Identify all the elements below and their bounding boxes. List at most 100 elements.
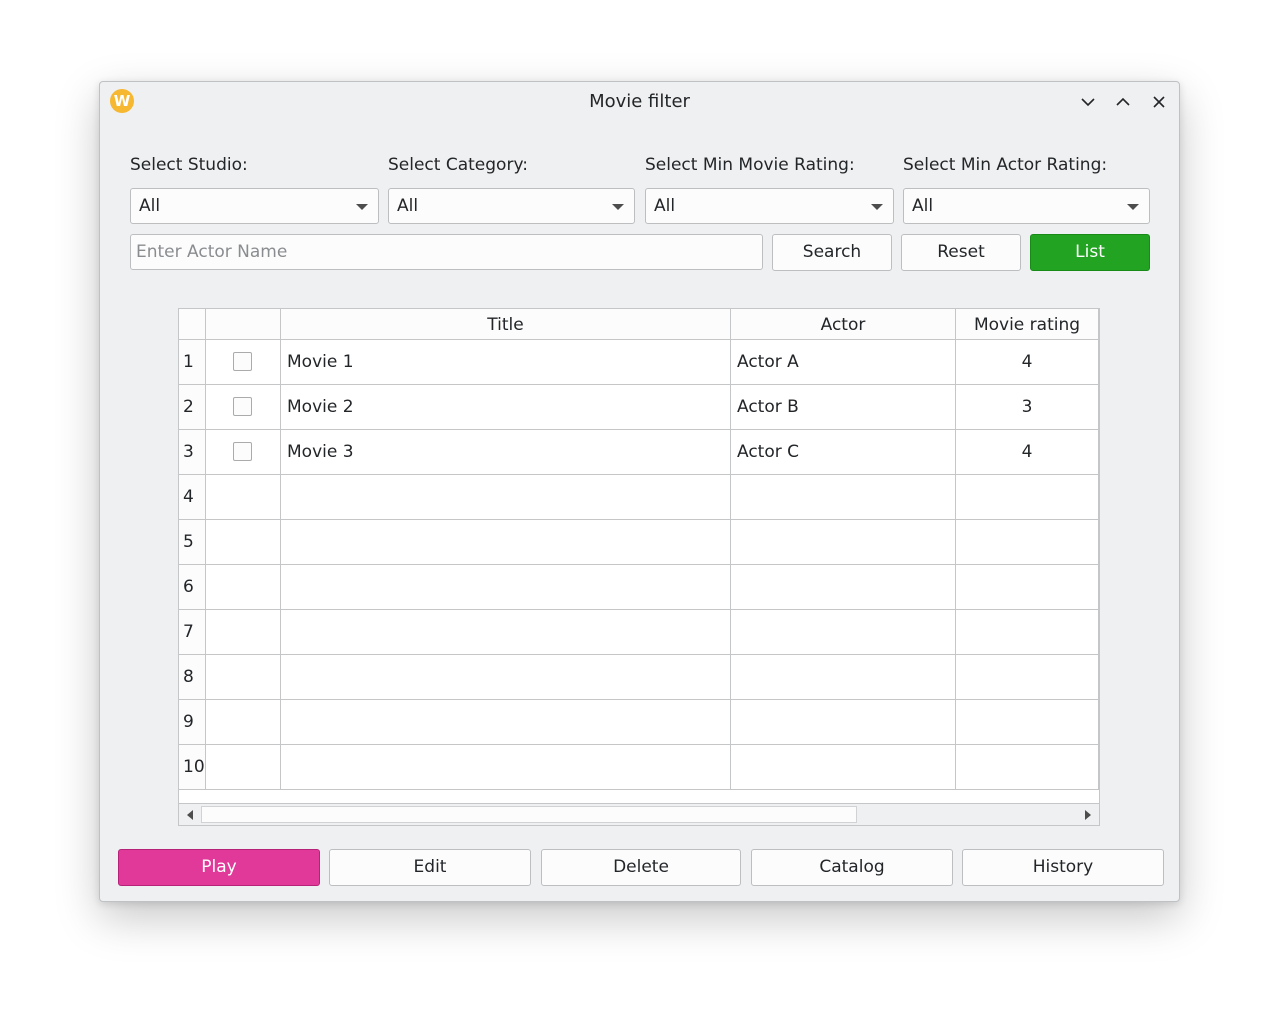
select-cell[interactable] (206, 745, 281, 790)
chevron-down-icon (1081, 98, 1095, 107)
actor-cell[interactable] (731, 610, 956, 655)
row-checkbox[interactable] (233, 397, 252, 416)
table-row[interactable]: 7 (179, 610, 1099, 655)
rating-cell[interactable] (956, 565, 1099, 610)
select-cell[interactable] (206, 340, 281, 385)
actor-cell[interactable] (731, 655, 956, 700)
title-cell[interactable] (281, 520, 731, 565)
dropdown-arrow-icon (1127, 204, 1139, 210)
actor-cell[interactable]: Actor C (731, 430, 956, 475)
select-cell[interactable] (206, 655, 281, 700)
table-row[interactable]: 10 (179, 745, 1099, 790)
edit-button[interactable]: Edit (329, 849, 531, 886)
row-number-header (179, 309, 206, 339)
table-row[interactable]: 8 (179, 655, 1099, 700)
title-cell[interactable] (281, 565, 731, 610)
header-movie-rating[interactable]: Movie rating (956, 309, 1099, 339)
actor-cell[interactable] (731, 745, 956, 790)
movies-table: Title Actor Movie rating 1 Movie 1 Actor A… (178, 308, 1100, 826)
rating-cell[interactable] (956, 610, 1099, 655)
row-checkbox[interactable] (233, 352, 252, 371)
catalog-button[interactable]: Catalog (751, 849, 953, 886)
select-cell[interactable] (206, 700, 281, 745)
dropdown-arrow-icon (356, 204, 368, 210)
movie-filter-window: W Movie filter Select Studio: Select Cat… (99, 81, 1180, 902)
table-row[interactable]: 1 Movie 1 Actor A4 (179, 340, 1099, 385)
rating-cell[interactable] (956, 745, 1099, 790)
scroll-right-button[interactable] (1079, 806, 1097, 823)
scroll-left-button[interactable] (181, 806, 199, 823)
title-cell[interactable] (281, 475, 731, 520)
rating-cell[interactable] (956, 655, 1099, 700)
row-number: 5 (179, 520, 206, 565)
actor-rating-select[interactable]: All (903, 188, 1150, 224)
table-row[interactable]: 9 (179, 700, 1099, 745)
rating-cell[interactable] (956, 700, 1099, 745)
close-button[interactable] (1147, 90, 1171, 114)
studio-label: Select Studio: (130, 155, 248, 175)
history-button[interactable]: History (962, 849, 1164, 886)
header-select[interactable] (206, 309, 281, 339)
title-cell[interactable]: Movie 3 (281, 430, 731, 475)
category-select-value: All (397, 196, 419, 216)
title-cell[interactable] (281, 700, 731, 745)
actor-rating-label: Select Min Actor Rating: (903, 155, 1108, 175)
rating-cell[interactable]: 4 (956, 340, 1099, 385)
close-icon (1153, 96, 1165, 108)
delete-button[interactable]: Delete (541, 849, 741, 886)
movie-rating-select[interactable]: All (645, 188, 894, 224)
title-bar: W Movie filter (100, 82, 1179, 122)
minimize-button[interactable] (1076, 90, 1100, 114)
scrollbar-thumb[interactable] (201, 806, 857, 823)
actor-cell[interactable] (731, 475, 956, 520)
studio-select-value: All (139, 196, 161, 216)
horizontal-scrollbar[interactable] (179, 803, 1099, 825)
select-cell[interactable] (206, 565, 281, 610)
title-cell[interactable]: Movie 2 (281, 385, 731, 430)
reset-button[interactable]: Reset (901, 234, 1021, 271)
header-actor[interactable]: Actor (731, 309, 956, 339)
chevron-up-icon (1116, 97, 1130, 106)
table-row[interactable]: 3 Movie 3 Actor C4 (179, 430, 1099, 475)
rating-cell[interactable]: 4 (956, 430, 1099, 475)
header-title[interactable]: Title (281, 309, 731, 339)
rating-cell[interactable] (956, 475, 1099, 520)
rating-cell[interactable]: 3 (956, 385, 1099, 430)
list-button[interactable]: List (1030, 234, 1150, 271)
actor-name-input[interactable] (130, 234, 763, 270)
actor-cell[interactable] (731, 700, 956, 745)
actor-cell[interactable]: Actor A (731, 340, 956, 385)
select-cell[interactable] (206, 610, 281, 655)
play-button[interactable]: Play (118, 849, 320, 886)
row-number: 7 (179, 610, 206, 655)
category-select[interactable]: All (388, 188, 635, 224)
select-cell[interactable] (206, 430, 281, 475)
maximize-button[interactable] (1111, 90, 1135, 114)
search-button[interactable]: Search (772, 234, 892, 271)
table-row[interactable]: 4 (179, 475, 1099, 520)
row-number: 3 (179, 430, 206, 475)
actor-cell[interactable] (731, 565, 956, 610)
row-number: 10 (179, 745, 206, 790)
select-cell[interactable] (206, 520, 281, 565)
actor-cell[interactable]: Actor B (731, 385, 956, 430)
studio-select[interactable]: All (130, 188, 379, 224)
select-cell[interactable] (206, 385, 281, 430)
title-cell[interactable] (281, 610, 731, 655)
table-row[interactable]: 2 Movie 2 Actor B3 (179, 385, 1099, 430)
actor-rating-select-value: All (912, 196, 934, 216)
row-number: 8 (179, 655, 206, 700)
actor-cell[interactable] (731, 520, 956, 565)
row-checkbox[interactable] (233, 442, 252, 461)
table-row[interactable]: 5 (179, 520, 1099, 565)
rating-cell[interactable] (956, 520, 1099, 565)
window-title: Movie filter (589, 91, 690, 112)
row-number: 2 (179, 385, 206, 430)
title-cell[interactable] (281, 745, 731, 790)
dropdown-arrow-icon (871, 204, 883, 210)
select-cell[interactable] (206, 475, 281, 520)
table-row[interactable]: 6 (179, 565, 1099, 610)
title-cell[interactable]: Movie 1 (281, 340, 731, 385)
title-cell[interactable] (281, 655, 731, 700)
movie-rating-label: Select Min Movie Rating: (645, 155, 855, 175)
